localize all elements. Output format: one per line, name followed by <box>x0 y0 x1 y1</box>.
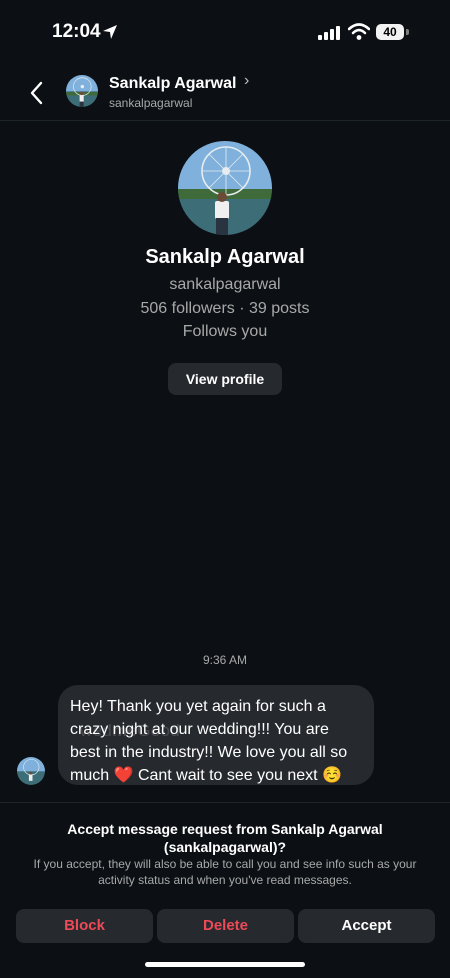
view-profile-button[interactable]: View profile <box>168 363 282 395</box>
watermark-logo: wedmeGood <box>80 721 180 741</box>
avatar-photo <box>17 757 45 785</box>
avatar-photo <box>66 75 98 107</box>
header-avatar[interactable] <box>66 75 98 107</box>
chat-header: Sankalp Agarwal › sankalpagarwal <box>0 66 450 121</box>
profile-username: sankalpagarwal <box>169 276 281 293</box>
home-indicator[interactable] <box>145 962 305 967</box>
profile-avatar[interactable] <box>178 141 272 235</box>
profile-stats: 506 followers · 39 posts <box>140 300 310 317</box>
message-avatar[interactable] <box>17 757 45 785</box>
signal-icon <box>318 26 340 40</box>
message-timestamp: 9:36 AM <box>202 653 248 667</box>
follows-you-label: Follows you <box>182 323 268 340</box>
back-arrow-icon[interactable] <box>26 78 50 108</box>
watermark-part2: me <box>112 721 138 740</box>
watermark-part3: Good <box>137 721 181 740</box>
accept-button[interactable]: Accept <box>298 909 435 943</box>
avatar-photo <box>178 141 272 235</box>
status-bar: 12:04 40 <box>0 0 450 66</box>
message-request-panel: Accept message request from Sankalp Agar… <box>0 802 450 978</box>
header-username: sankalpagarwal <box>109 96 193 110</box>
location-arrow-icon <box>103 25 117 39</box>
header-name[interactable]: Sankalp Agarwal <box>109 75 236 93</box>
wifi-icon <box>348 23 370 40</box>
request-description: If you accept, they will also be able to… <box>33 857 417 887</box>
request-title: Accept message request from Sankalp Agar… <box>67 821 383 855</box>
battery-icon: 40 <box>376 24 404 40</box>
battery-cap <box>406 29 409 35</box>
profile-name: Sankalp Agarwal <box>145 246 305 268</box>
block-button[interactable]: Block <box>16 909 153 943</box>
chevron-right-icon[interactable]: › <box>244 72 249 90</box>
watermark-part1: wed <box>80 721 113 740</box>
status-time: 12:04 <box>52 21 101 42</box>
delete-button[interactable]: Delete <box>157 909 294 943</box>
